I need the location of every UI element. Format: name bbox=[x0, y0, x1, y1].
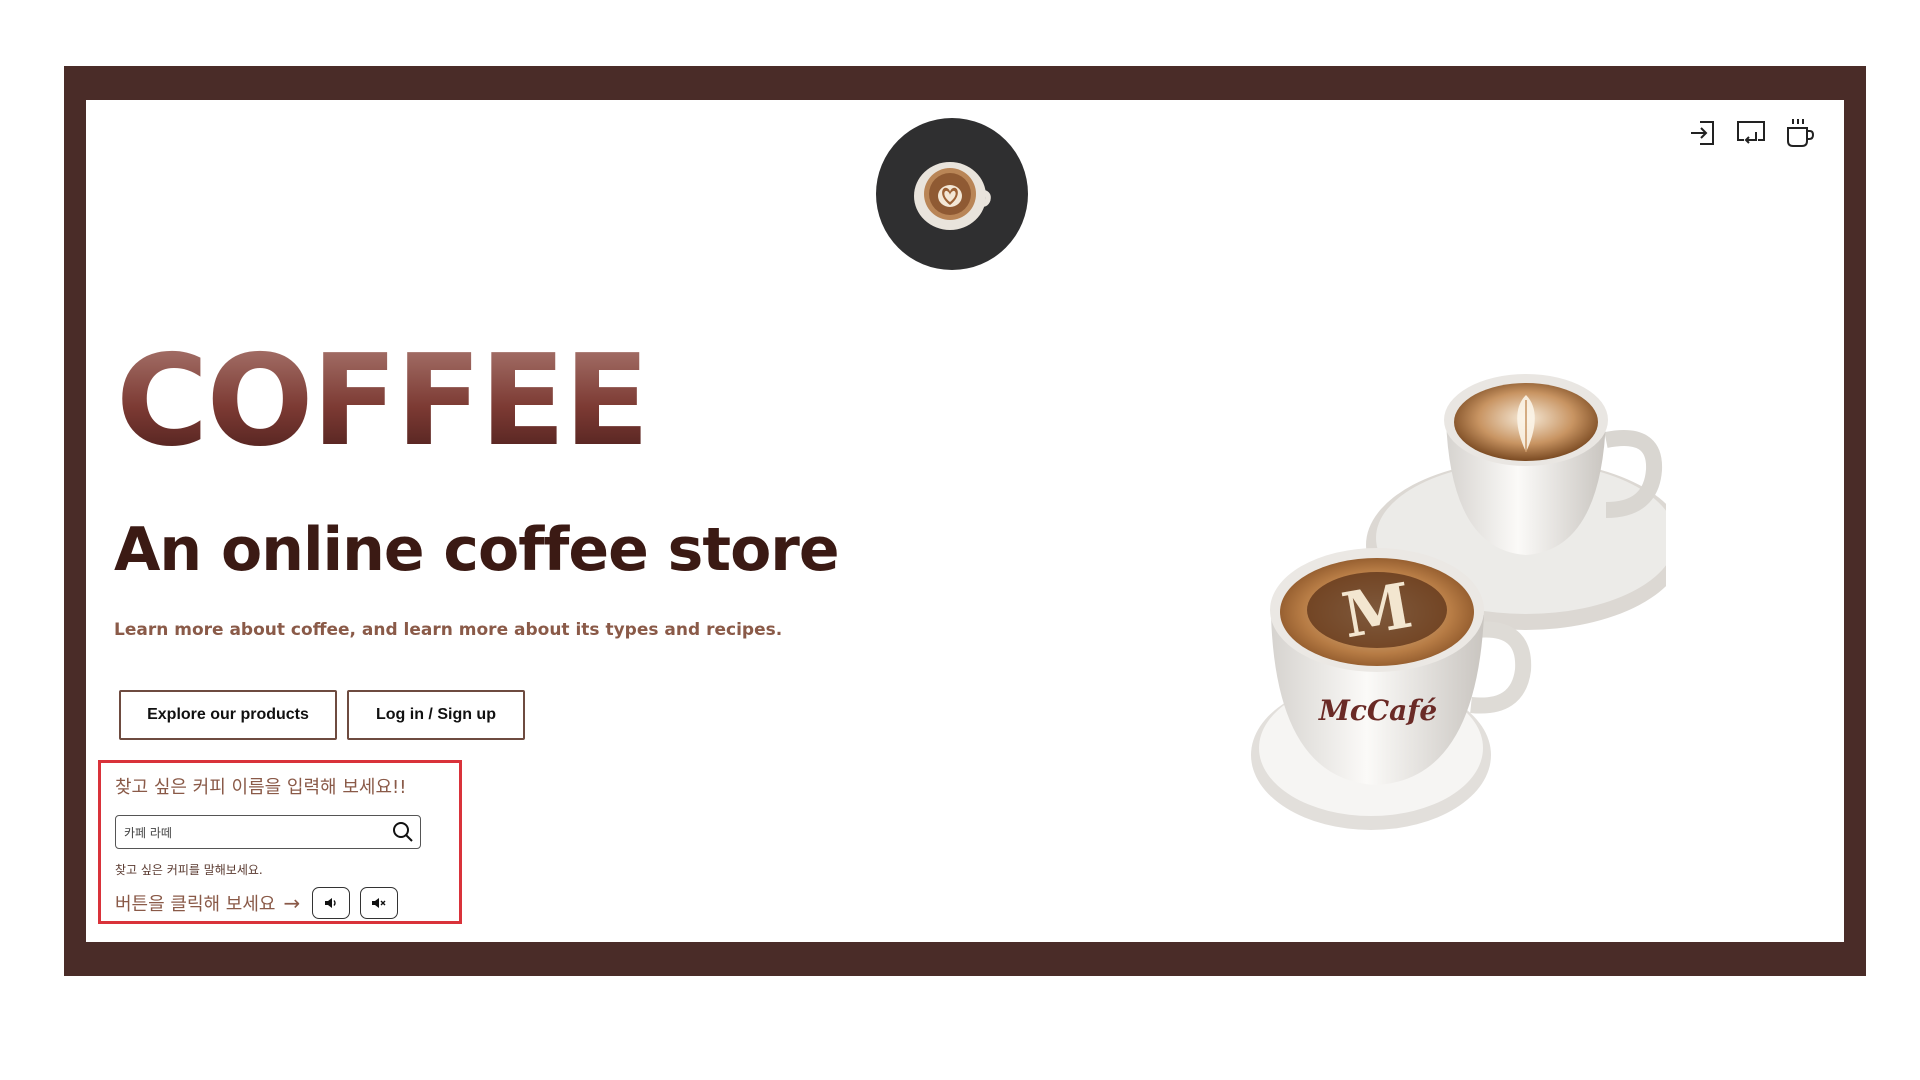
search-hint: 찾고 싶은 커피를 말해보세요. bbox=[115, 863, 263, 877]
coffee-search-panel: 찾고 싶은 커피 이름을 입력해 보세요!! 찾고 싶은 커피를 말해보세요. … bbox=[98, 760, 462, 924]
explore-products-button[interactable]: Explore our products bbox=[119, 690, 337, 740]
page-content: COFFEE An online coffee store Learn more… bbox=[86, 100, 1844, 942]
voice-start-button[interactable] bbox=[312, 887, 351, 919]
hero-description: Learn more about coffee, and learn more … bbox=[114, 620, 783, 640]
header-actions bbox=[1686, 116, 1816, 150]
search-icon[interactable] bbox=[392, 821, 414, 843]
login-signup-button[interactable]: Log in / Sign up bbox=[347, 690, 525, 740]
coffee-cup-icon[interactable] bbox=[1782, 116, 1816, 150]
voice-label: 버튼을 클릭해 보세요 bbox=[115, 894, 276, 915]
speaker-icon bbox=[325, 898, 336, 908]
site-logo[interactable] bbox=[876, 118, 1028, 270]
coffee-cups-image: M McCafé bbox=[1226, 360, 1686, 860]
latte-cup-icon bbox=[914, 162, 991, 230]
page-frame: COFFEE An online coffee store Learn more… bbox=[64, 66, 1866, 976]
hero-title: COFFEE bbox=[116, 327, 650, 474]
search-input[interactable] bbox=[116, 824, 386, 840]
login-icon[interactable] bbox=[1686, 116, 1720, 150]
voice-controls: 버튼을 클릭해 보세요 → bbox=[115, 887, 408, 919]
arrow-right-icon: → bbox=[283, 891, 301, 915]
speaker-mute-icon bbox=[372, 898, 386, 908]
brand-text: McCafé bbox=[1318, 694, 1437, 727]
cup-letter: M bbox=[1337, 569, 1417, 653]
voice-stop-button[interactable] bbox=[360, 887, 399, 919]
hero-subtitle: An online coffee store bbox=[114, 515, 840, 585]
return-icon[interactable] bbox=[1734, 116, 1768, 150]
search-field bbox=[115, 815, 421, 849]
search-title: 찾고 싶은 커피 이름을 입력해 보세요!! bbox=[115, 777, 407, 798]
